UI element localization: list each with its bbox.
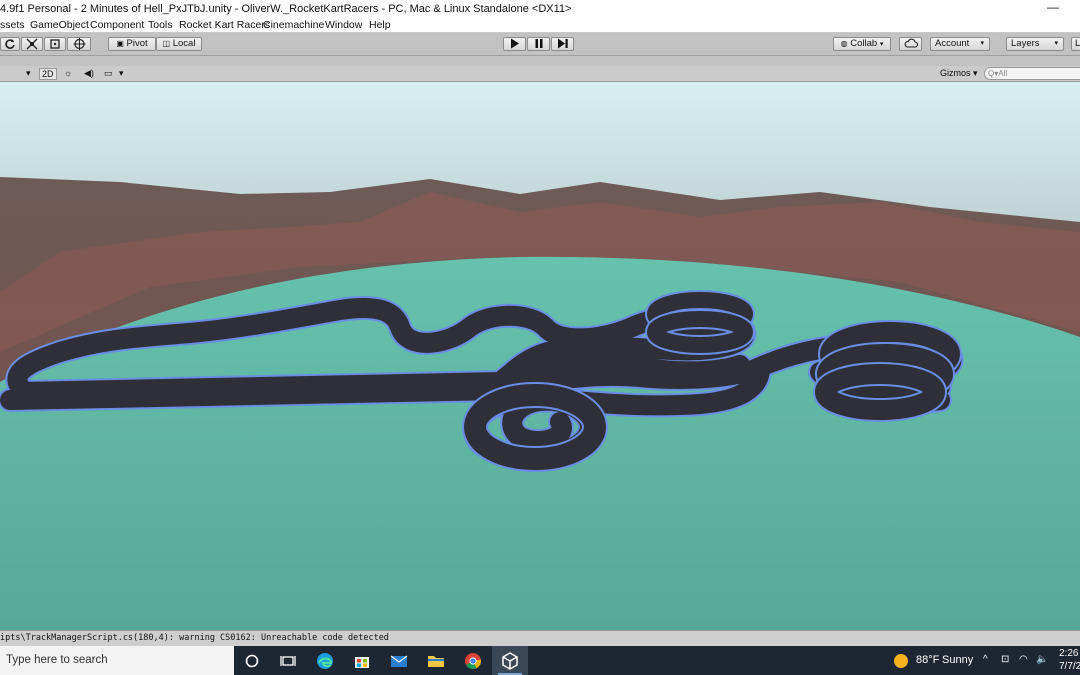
sun-icon: [894, 654, 908, 668]
weather-condition[interactable]: Sunny: [942, 654, 973, 666]
layers-dropdown[interactable]: Layers ▾: [1006, 37, 1064, 51]
spiral-loops-center: [645, 290, 755, 355]
unity-taskbar-button[interactable]: [492, 646, 528, 675]
menu-component[interactable]: Component: [90, 19, 144, 31]
menu-cinemachine[interactable]: Cinemachine: [263, 19, 324, 31]
transform-icon: [73, 38, 85, 50]
cloud-icon: [904, 38, 918, 48]
task-view-search-button[interactable]: [234, 646, 270, 675]
account-label: Account: [935, 38, 970, 49]
folder-icon: [428, 656, 444, 667]
weather-temperature[interactable]: 88°F: [916, 654, 939, 666]
minimize-button[interactable]: —: [1047, 0, 1059, 14]
play-icon: [510, 38, 519, 49]
local-toggle-button[interactable]: ◫ Local: [156, 37, 202, 51]
layout-dropdown[interactable]: L: [1071, 37, 1080, 51]
task-view-icon: [280, 656, 296, 666]
collab-label: Collab: [850, 38, 878, 49]
cortana-circle-icon: [245, 654, 259, 668]
pause-button[interactable]: [527, 37, 550, 51]
chevron-down-icon: ▾: [879, 41, 884, 48]
menu-rocket-kart-racers[interactable]: Rocket Kart Racers: [179, 19, 270, 31]
mail-taskbar-button[interactable]: [381, 646, 417, 675]
clock-date[interactable]: 7/7/2: [1059, 661, 1080, 672]
rect-tool-button[interactable]: [44, 37, 66, 51]
store-icon: [355, 657, 369, 668]
2d-toggle-button[interactable]: 2D: [39, 68, 57, 80]
transform-tool-button[interactable]: [67, 37, 91, 51]
volume-icon[interactable]: 🔈: [1036, 654, 1048, 665]
gizmos-dropdown[interactable]: Gizmos ▾: [940, 68, 978, 79]
status-message: ipts\TrackManagerScript.cs(180,4): warni…: [0, 633, 389, 643]
taskbar-search-box[interactable]: Type here to search: [0, 646, 234, 675]
chevron-up-icon[interactable]: ^: [983, 654, 988, 665]
chrome-taskbar-button[interactable]: [455, 646, 491, 675]
edge-icon: [317, 653, 333, 669]
scene-viewport[interactable]: [0, 82, 1080, 630]
chevron-down-icon: ▾: [1054, 40, 1058, 47]
file-explorer-taskbar-button[interactable]: [418, 646, 454, 675]
step-button[interactable]: [551, 37, 574, 51]
rect-icon: [50, 39, 60, 49]
menu-window[interactable]: Window: [325, 19, 362, 31]
meet-now-icon[interactable]: ⊡: [1001, 654, 1009, 665]
layers-label: Layers: [1011, 38, 1040, 49]
collab-dropdown[interactable]: ◍ Collab ▾: [833, 37, 891, 51]
task-view-button[interactable]: [270, 646, 306, 675]
lighting-toggle-icon[interactable]: ☼: [64, 68, 72, 78]
menu-gameobject[interactable]: GameObject: [30, 19, 89, 31]
shading-mode-dropdown[interactable]: ▾: [26, 68, 31, 79]
wifi-icon[interactable]: ◠: [1019, 654, 1028, 665]
windows-taskbar: Type here to search 88°F Sunny ^ ⊡ ◠ 🔈 2…: [0, 646, 1080, 675]
scene-view-toolbar: ▾ 2D ☼ ◀) ▭ ▾ Gizmos ▾ Q▾All: [0, 66, 1080, 82]
window-titlebar: 4.9f1 Personal - 2 Minutes of Hell_PxJTb…: [0, 0, 1080, 18]
chrome-icon: [465, 653, 482, 669]
collab-icon: ◍: [840, 39, 848, 48]
effects-toggle-icon[interactable]: ▭: [104, 68, 113, 79]
chevron-down-icon: ▾: [980, 40, 984, 47]
layout-label: L: [1075, 38, 1080, 49]
menu-assets[interactable]: ssets: [0, 19, 25, 31]
menu-bar: ssets GameObject Component Tools Rocket …: [0, 18, 1080, 32]
taskbar-search-placeholder: Type here to search: [6, 654, 108, 666]
edge-taskbar-button[interactable]: [307, 646, 343, 675]
local-icon: ◫: [162, 39, 171, 48]
scene-render: [0, 82, 1080, 630]
unity-icon: [502, 652, 518, 670]
scale-icon: [26, 38, 38, 50]
cloud-button[interactable]: [899, 37, 922, 51]
account-dropdown[interactable]: Account ▾: [930, 37, 990, 51]
window-title: 4.9f1 Personal - 2 Minutes of Hell_PxJTb…: [0, 3, 572, 15]
local-label: Local: [172, 38, 196, 49]
rotate-icon: [5, 39, 15, 49]
step-icon: [557, 38, 568, 49]
main-toolbar: ▣ Pivot ◫ Local ◍ Collab ▾ Account ▾ Lay…: [0, 33, 1080, 56]
effects-dropdown-icon[interactable]: ▾: [119, 68, 124, 79]
hierarchy-search-input[interactable]: Q▾All: [984, 67, 1080, 80]
panel-tab-area: [0, 56, 1080, 66]
rotate-tool-button[interactable]: [0, 37, 20, 51]
pause-icon: [535, 39, 542, 48]
audio-toggle-icon[interactable]: ◀): [84, 68, 94, 79]
console-status-bar[interactable]: ipts\TrackManagerScript.cs(180,4): warni…: [0, 630, 1080, 646]
store-taskbar-button[interactable]: [344, 646, 380, 675]
pivot-icon: ▣: [116, 39, 124, 48]
pivot-label: Pivot: [126, 38, 148, 49]
scale-tool-button[interactable]: [21, 37, 43, 51]
pivot-toggle-button[interactable]: ▣ Pivot: [108, 37, 156, 51]
gizmos-label: Gizmos: [940, 68, 971, 78]
menu-tools[interactable]: Tools: [148, 19, 173, 31]
clock-time[interactable]: 2:26: [1059, 648, 1078, 659]
play-button[interactable]: [503, 37, 526, 51]
mail-icon: [390, 655, 408, 667]
spiral-loops-right: [813, 320, 962, 422]
menu-help[interactable]: Help: [369, 19, 391, 31]
